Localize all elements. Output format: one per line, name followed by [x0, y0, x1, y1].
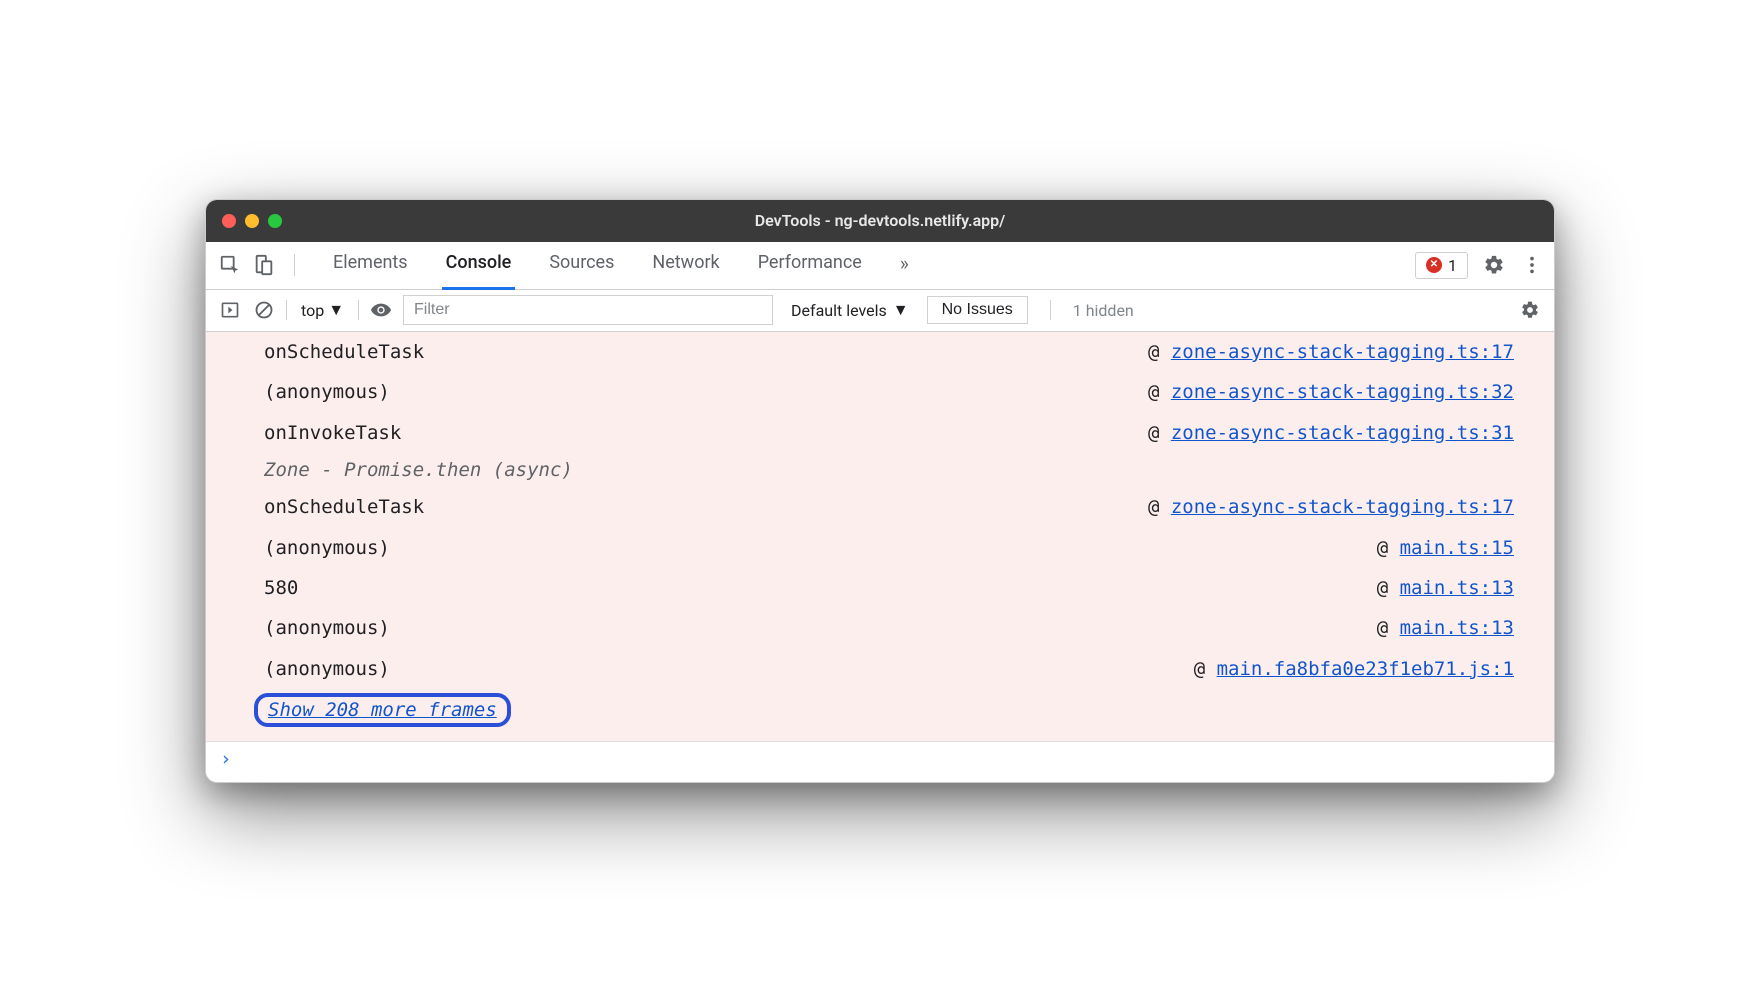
divider [1050, 300, 1051, 320]
frame-location: @ zone-async-stack-tagging.ts:32 [1148, 377, 1514, 407]
source-link[interactable]: main.ts:13 [1400, 617, 1514, 639]
stack-frame: (anonymous) @ main.fa8bfa0e23f1eb71.js:1 [206, 649, 1554, 689]
console-body: onScheduleTask @ zone-async-stack-taggin… [206, 332, 1554, 741]
stack-frame: (anonymous) @ main.ts:13 [206, 608, 1554, 648]
frame-location: @ main.ts:13 [1377, 613, 1514, 643]
hidden-count: 1 hidden [1073, 301, 1134, 320]
tab-sources[interactable]: Sources [545, 240, 618, 290]
chevron-down-icon: ▼ [893, 300, 909, 320]
tab-performance[interactable]: Performance [754, 240, 866, 290]
console-toolbar: top ▼ Default levels ▼ No Issues 1 hidde… [206, 290, 1554, 332]
tab-elements[interactable]: Elements [329, 240, 412, 290]
window-title: DevTools - ng-devtools.netlify.app/ [755, 211, 1006, 230]
frame-function: onInvokeTask [264, 418, 401, 448]
chevron-down-icon: ▼ [328, 300, 344, 320]
source-link[interactable]: zone-async-stack-tagging.ts:31 [1171, 422, 1514, 444]
frame-function: (anonymous) [264, 654, 390, 684]
levels-label: Default levels [791, 301, 887, 320]
error-count-badge[interactable]: 1 [1415, 252, 1468, 279]
console-prompt[interactable]: › [206, 741, 1554, 782]
stack-frame: (anonymous) @ main.ts:15 [206, 528, 1554, 568]
source-link[interactable]: main.ts:13 [1400, 577, 1514, 599]
titlebar: DevTools - ng-devtools.netlify.app/ [206, 200, 1554, 242]
source-link[interactable]: main.fa8bfa0e23f1eb71.js:1 [1217, 658, 1514, 680]
context-selector[interactable]: top ▼ [297, 298, 348, 322]
frame-location: @ main.ts:13 [1377, 573, 1514, 603]
settings-gear-icon[interactable] [1482, 253, 1506, 277]
console-settings-gear-icon[interactable] [1518, 298, 1542, 322]
frame-location: @ zone-async-stack-tagging.ts:31 [1148, 418, 1514, 448]
device-toolbar-icon[interactable] [250, 251, 278, 279]
maximize-window-button[interactable] [268, 214, 282, 228]
eye-icon[interactable] [369, 298, 393, 322]
async-boundary-label: Zone - Promise.then (async) [206, 453, 1554, 487]
traffic-lights [222, 214, 282, 228]
tab-console[interactable]: Console [442, 240, 516, 290]
source-link[interactable]: main.ts:15 [1400, 537, 1514, 559]
kebab-menu-icon[interactable] [1520, 253, 1544, 277]
error-count: 1 [1448, 256, 1457, 275]
tabs-overflow[interactable]: » [896, 240, 913, 290]
frame-function: (anonymous) [264, 533, 390, 563]
prompt-chevron-icon: › [220, 748, 231, 770]
stack-frame: onInvokeTask @ zone-async-stack-tagging.… [206, 413, 1554, 453]
stack-frame: onScheduleTask @ zone-async-stack-taggin… [206, 332, 1554, 372]
frame-function: onScheduleTask [264, 337, 424, 367]
show-more-wrap: Show 208 more frames [206, 689, 1554, 741]
source-link[interactable]: zone-async-stack-tagging.ts:32 [1171, 381, 1514, 403]
tabbar: Elements Console Sources Network Perform… [206, 242, 1554, 290]
close-window-button[interactable] [222, 214, 236, 228]
frame-function: 580 [264, 573, 298, 603]
frame-location: @ zone-async-stack-tagging.ts:17 [1148, 337, 1514, 367]
frame-function: (anonymous) [264, 613, 390, 643]
error-icon [1426, 257, 1442, 273]
divider [286, 300, 287, 320]
frame-location: @ main.ts:15 [1377, 533, 1514, 563]
frame-function: (anonymous) [264, 377, 390, 407]
filter-input[interactable] [403, 295, 773, 325]
stack-frame: (anonymous) @ zone-async-stack-tagging.t… [206, 372, 1554, 412]
stack-frame: 580 @ main.ts:13 [206, 568, 1554, 608]
devtools-window: DevTools - ng-devtools.netlify.app/ Elem… [205, 199, 1555, 783]
tab-network[interactable]: Network [648, 240, 723, 290]
frame-function: onScheduleTask [264, 492, 424, 522]
tabbar-right: 1 [1415, 252, 1544, 279]
source-link[interactable]: zone-async-stack-tagging.ts:17 [1171, 496, 1514, 518]
frame-location: @ main.fa8bfa0e23f1eb71.js:1 [1194, 654, 1514, 684]
issues-button[interactable]: No Issues [927, 296, 1028, 324]
main-tabs: Elements Console Sources Network Perform… [329, 240, 913, 290]
frame-location: @ zone-async-stack-tagging.ts:17 [1148, 492, 1514, 522]
source-link[interactable]: zone-async-stack-tagging.ts:17 [1171, 341, 1514, 363]
divider [358, 300, 359, 320]
inspect-element-icon[interactable] [216, 251, 244, 279]
log-levels-selector[interactable]: Default levels ▼ [791, 300, 909, 320]
divider [294, 254, 295, 276]
stack-frame: onScheduleTask @ zone-async-stack-taggin… [206, 487, 1554, 527]
show-more-frames-link[interactable]: Show 208 more frames [254, 693, 511, 727]
context-label: top [301, 301, 324, 320]
toggle-sidebar-icon[interactable] [218, 298, 242, 322]
clear-console-icon[interactable] [252, 298, 276, 322]
minimize-window-button[interactable] [245, 214, 259, 228]
